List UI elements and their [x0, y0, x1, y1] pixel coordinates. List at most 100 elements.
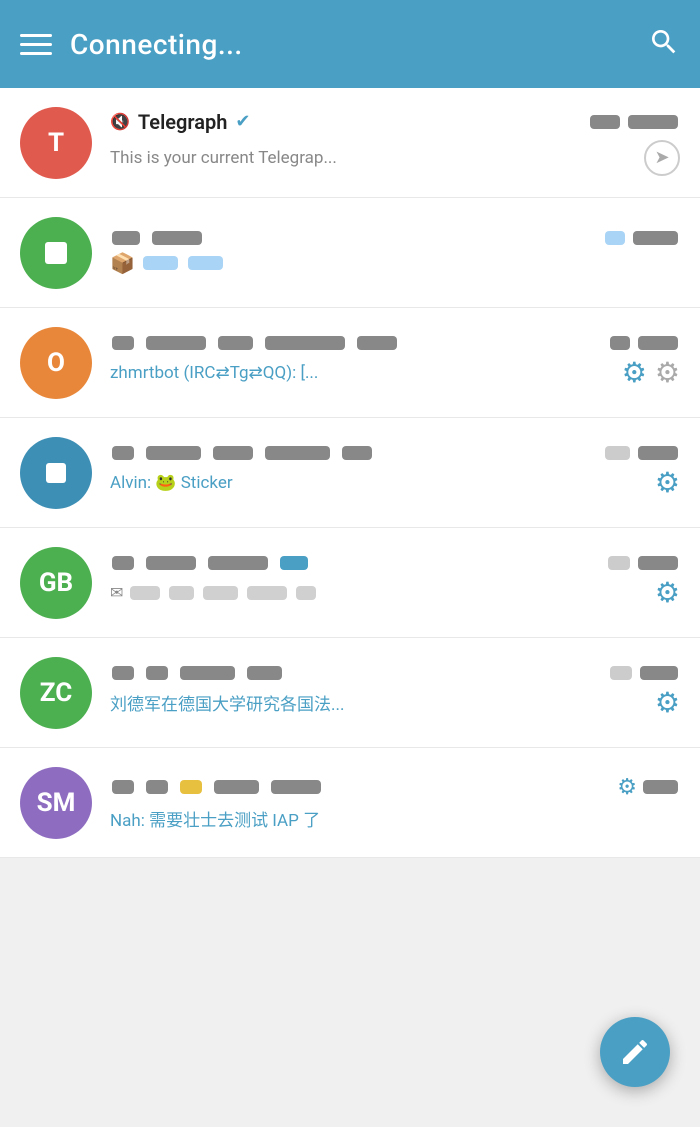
chat-name-telegraph: Telegraph: [138, 110, 228, 134]
chat-item-6[interactable]: ZC 刘德军在德国大学研究各国法...: [0, 638, 700, 748]
time-blur-2b: [633, 231, 678, 245]
chat-item-5[interactable]: GB ✉: [0, 528, 700, 638]
muted-icon: 🔇: [110, 112, 130, 131]
chat-item-3[interactable]: O zhmrtbot (IRC⇄Tg⇄QQ): [..: [0, 308, 700, 418]
chat-preview-2: 📦: [110, 251, 680, 275]
chat-preview-4: Alvin: 🐸 Sticker ⚙: [110, 466, 680, 499]
time-blur-4b: [638, 446, 678, 460]
time-blur-2a: [605, 231, 625, 245]
preview-text-3: zhmrtbot (IRC⇄Tg⇄QQ): [...: [110, 363, 612, 383]
time-area-6: [608, 666, 680, 680]
chat-preview-3: zhmrtbot (IRC⇄Tg⇄QQ): [... ⚙ ⚙: [110, 356, 680, 389]
time-blur-6a: [610, 666, 632, 680]
chat-item-2[interactable]: 📦: [0, 198, 700, 308]
time-blur-6b: [640, 666, 678, 680]
preview-text-6: 刘德军在德国大学研究各国法...: [110, 690, 645, 715]
name-blur-4a: [112, 446, 134, 460]
name-blur-7c: [180, 780, 202, 794]
preview-text-5: ✉: [110, 583, 645, 602]
name-blur-6a: [112, 666, 134, 680]
avatar-2: [20, 217, 92, 289]
name-blur-3e: [357, 336, 397, 350]
chat-preview-6: 刘德军在德国大学研究各国法... ⚙: [110, 686, 680, 719]
name-blur-5b: [146, 556, 196, 570]
prev-blur-5a: [130, 586, 160, 600]
preview-text-4: Alvin: 🐸 Sticker: [110, 473, 645, 493]
name-blur-5a: [112, 556, 134, 570]
name-blur-5d: [280, 556, 308, 570]
preview-blur-2b: [188, 256, 223, 270]
name-blur-7d: [214, 780, 259, 794]
hamburger-menu-button[interactable]: [20, 34, 52, 55]
preview-text-telegraph: This is your current Telegrap...: [110, 148, 634, 168]
topbar-title: Connecting...: [70, 28, 243, 61]
topbar: Connecting...: [0, 0, 700, 88]
avatar-3: O: [20, 327, 92, 399]
chat-item-telegraph[interactable]: T 🔇 Telegraph ✔ This is your current Tel…: [0, 88, 700, 198]
chat-content-3: zhmrtbot (IRC⇄Tg⇄QQ): [... ⚙ ⚙: [110, 336, 680, 389]
avatar-6: ZC: [20, 657, 92, 729]
time-area-3: [608, 336, 680, 350]
time-blur-5b: [638, 556, 678, 570]
name-blur-2a: [112, 231, 140, 245]
name-blur-4b: [146, 446, 201, 460]
name-blur-7e: [271, 780, 321, 794]
search-icon[interactable]: [648, 26, 680, 62]
name-blur-2b: [152, 231, 202, 245]
chat-name-row-5: [110, 556, 596, 570]
forward-icon-telegraph: ➤: [644, 140, 680, 176]
name-blur-5c: [208, 556, 268, 570]
time-area-telegraph: [588, 115, 680, 129]
chat-content-2: 📦: [110, 231, 680, 275]
chat-name-row-3: [110, 336, 598, 350]
name-blur-7b: [146, 780, 168, 794]
time-blur-7b: [643, 780, 678, 794]
chat-item-4[interactable]: Alvin: 🐸 Sticker ⚙: [0, 418, 700, 528]
avatar-4: [20, 437, 92, 509]
chat-name-row-4: [110, 446, 593, 460]
preview-blur-2a: [143, 256, 178, 270]
name-blur-4c: [213, 446, 253, 460]
preview-text-7: Nah: 需要壮士去测试 IAP 了: [110, 806, 680, 831]
time-blur-1: [590, 115, 620, 129]
time-blur-5a: [608, 556, 630, 570]
chat-name-row-2: [110, 231, 593, 245]
time-blur-4a: [605, 446, 630, 460]
name-blur-4e: [342, 446, 372, 460]
time-area-5: [606, 556, 680, 570]
prev-blur-5d: [247, 586, 287, 600]
name-blur-6b: [146, 666, 168, 680]
chat-content-5: ✉ ⚙: [110, 556, 680, 609]
name-blur-3c: [218, 336, 253, 350]
avatar-5: GB: [20, 547, 92, 619]
name-blur-3a: [112, 336, 134, 350]
time-blur-2: [628, 115, 678, 129]
chat-content-telegraph: 🔇 Telegraph ✔ This is your current Teleg…: [110, 110, 680, 176]
chat-preview-7: Nah: 需要壮士去测试 IAP 了: [110, 806, 680, 831]
time-area-7: ⚙: [617, 775, 680, 800]
chat-list: T 🔇 Telegraph ✔ This is your current Tel…: [0, 88, 700, 858]
chat-content-7: ⚙ Nah: 需要壮士去测试 IAP 了: [110, 775, 680, 831]
preview-right-6: ⚙: [655, 686, 680, 719]
name-blur-3b: [146, 336, 206, 350]
verified-badge-telegraph: ✔: [235, 111, 250, 132]
avatar-7: SM: [20, 767, 92, 839]
preview-right-3: ⚙ ⚙: [622, 356, 680, 389]
preview-right-5: ⚙: [655, 576, 680, 609]
compose-fab-button[interactable]: [600, 1017, 670, 1087]
time-blur-3b: [638, 336, 678, 350]
preview-subrow-2: 📦: [110, 251, 225, 275]
prev-blur-5c: [203, 586, 238, 600]
chat-name-row-6: [110, 666, 598, 680]
name-blur-6c: [180, 666, 235, 680]
chat-item-7[interactable]: SM ⚙ Nah: 需要壮士去测试 IAP 了: [0, 748, 700, 858]
avatar-telegraph: T: [20, 107, 92, 179]
chat-preview-5: ✉ ⚙: [110, 576, 680, 609]
name-blur-6d: [247, 666, 282, 680]
preview-right-telegraph: ➤: [644, 140, 680, 176]
chat-content-4: Alvin: 🐸 Sticker ⚙: [110, 446, 680, 499]
preview-right-4: ⚙: [655, 466, 680, 499]
chat-preview-telegraph: This is your current Telegrap... ➤: [110, 140, 680, 176]
prev-blur-5b: [169, 586, 194, 600]
chat-name-row-telegraph: 🔇 Telegraph ✔: [110, 110, 578, 134]
